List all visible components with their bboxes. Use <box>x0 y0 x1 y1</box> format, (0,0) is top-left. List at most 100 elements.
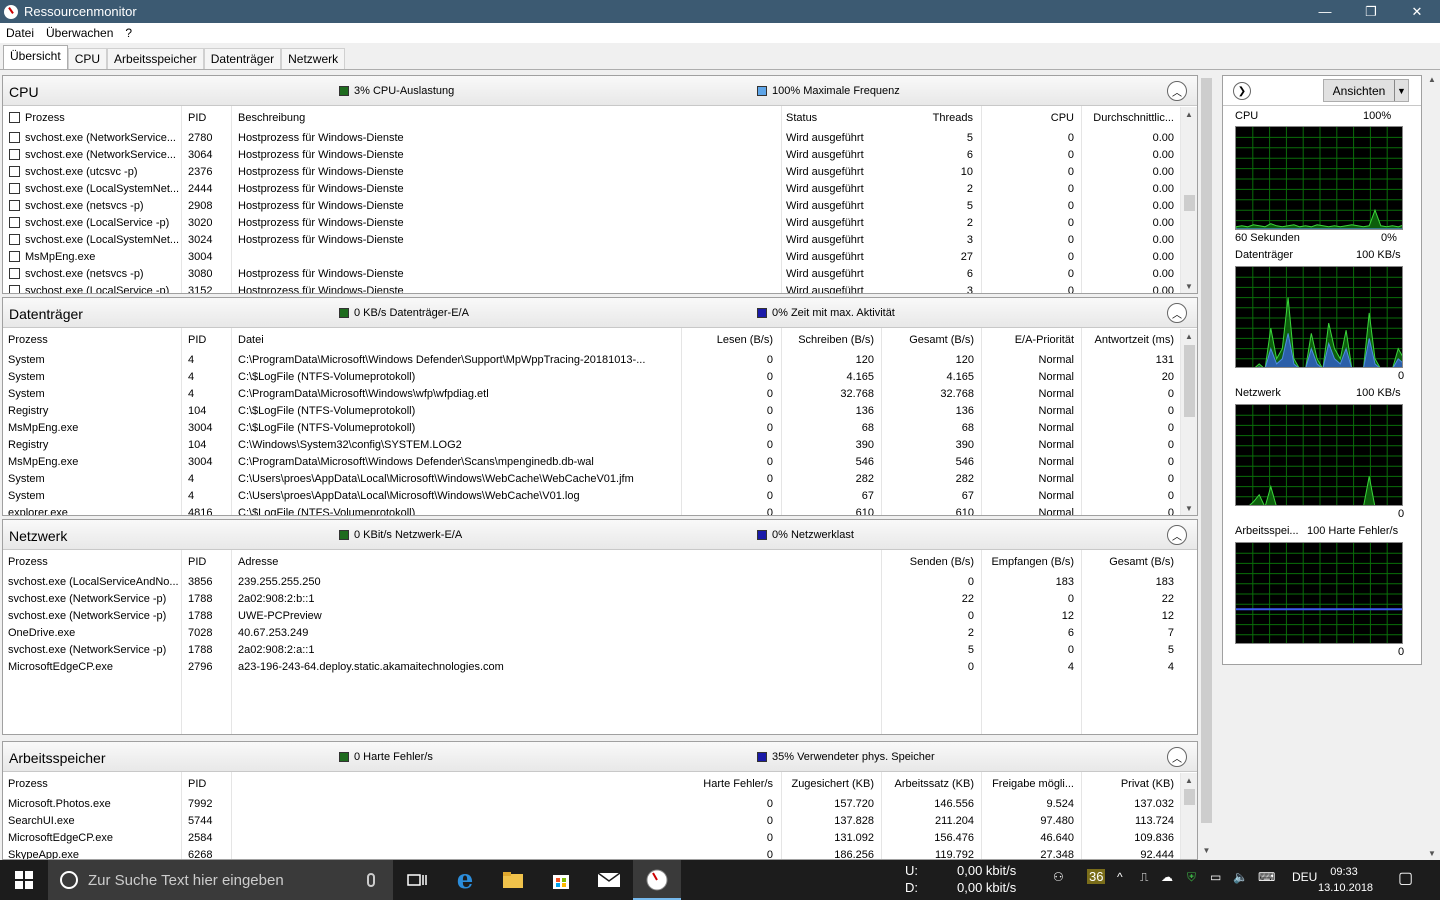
table-row[interactable]: explorer.exe 4816 C:\$LogFile (NTFS-Volume… <box>3 505 1179 515</box>
scroll-up-icon[interactable]: ▲ <box>1424 75 1440 84</box>
table-row[interactable]: Registry 104 C:\Windows\System32\config\SY… <box>3 437 1179 454</box>
scroll-thumb[interactable] <box>1201 78 1212 823</box>
table-row[interactable]: SearchUI.exe 5744 0 137.828 211.204 97.480 113… <box>3 813 1179 830</box>
row-checkbox[interactable] <box>9 234 20 245</box>
column-header-cpu-4[interactable]: Threads <box>883 112 973 124</box>
table-row[interactable]: MsMpEng.exe 3004 C:\$LogFile (NTFS-Volumep… <box>3 420 1179 437</box>
memory-table-scrollbar[interactable]: ▲ <box>1180 773 1197 859</box>
scroll-thumb[interactable] <box>1184 789 1195 805</box>
volume-icon[interactable]: 🔈 <box>1233 870 1248 884</box>
action-center-icon[interactable]: ▢ <box>1398 868 1413 888</box>
table-row[interactable]: OneDrive.exe 7028 40.67.253.249 2 6 7 <box>3 625 1179 642</box>
table-row[interactable]: System 4 C:\Users\proes\AppData\Local\Micr… <box>3 471 1179 488</box>
column-header-net-4[interactable]: Empfangen (B/s) <box>988 556 1074 568</box>
column-header-disk-5[interactable]: Gesamt (B/s) <box>888 334 974 346</box>
people-icon[interactable]: ⚇ <box>1053 870 1064 884</box>
menu-help[interactable]: ? <box>119 26 138 40</box>
scroll-down-icon[interactable]: ▼ <box>1181 501 1197 515</box>
column-header-mem-5[interactable]: Freigabe mögli... <box>988 778 1074 790</box>
table-row[interactable]: System 4 C:\ProgramData\Microsoft\Windows … <box>3 352 1179 369</box>
table-row[interactable]: svchost.exe (netsvcs -p) 2908 Hostprozess … <box>3 198 1179 215</box>
column-separator[interactable] <box>981 550 982 734</box>
table-row[interactable]: MsMpEng.exe 3004 Wird ausgeführt 27 0 0.00 <box>3 249 1179 266</box>
column-separator[interactable] <box>981 106 982 293</box>
row-checkbox[interactable] <box>9 149 20 160</box>
column-separator[interactable] <box>981 772 982 859</box>
column-header-cpu-2[interactable]: Beschreibung <box>238 112 778 124</box>
select-all-checkbox[interactable] <box>9 112 20 123</box>
network-panel-header[interactable]: Netzwerk 0 KBit/s Netzwerk-E/A 0% Netzwe… <box>3 520 1197 550</box>
taskbar-search[interactable]: Zur Suche Text hier eingeben <box>48 860 393 900</box>
table-row[interactable]: Registry 104 C:\$LogFile (NTFS-Volumeproto… <box>3 403 1179 420</box>
column-header-cpu-0[interactable]: Prozess <box>25 112 180 124</box>
column-separator[interactable] <box>881 328 882 515</box>
disk-panel-header[interactable]: Datenträger 0 KB/s Datenträger-E/A 0% Ze… <box>3 298 1197 328</box>
onedrive-icon[interactable]: ☁ <box>1161 870 1173 884</box>
column-header-net-1[interactable]: PID <box>188 556 228 568</box>
language-indicator[interactable]: DEU <box>1292 870 1317 884</box>
tab-memory[interactable]: Arbeitsspeicher <box>107 48 204 69</box>
table-row[interactable]: svchost.exe (netsvcs -p) 3080 Hostprozess … <box>3 266 1179 283</box>
row-checkbox[interactable] <box>9 217 20 228</box>
collapse-icon[interactable]: ︿ <box>1167 303 1187 323</box>
keyboard-icon[interactable]: ⌨ <box>1258 870 1275 884</box>
scroll-down-icon[interactable]: ▼ <box>1424 849 1440 858</box>
column-header-disk-0[interactable]: Prozess <box>8 334 178 346</box>
collapse-icon[interactable]: ︿ <box>1167 747 1187 767</box>
column-header-disk-3[interactable]: Lesen (B/s) <box>693 334 773 346</box>
usb-icon[interactable]: ⎍ <box>1140 870 1148 885</box>
column-header-cpu-5[interactable]: CPU <box>988 112 1074 124</box>
table-row[interactable]: Microsoft.Photos.exe 7992 0 157.720 146.556 9… <box>3 796 1179 813</box>
column-separator[interactable] <box>1081 106 1082 293</box>
menu-datei[interactable]: Datei <box>0 26 40 40</box>
table-row[interactable]: MicrosoftEdgeCP.exe 2584 0 131.092 156.476 46… <box>3 830 1179 847</box>
column-separator[interactable] <box>1081 550 1082 734</box>
network-icon[interactable]: ▭ <box>1210 870 1221 884</box>
overview-scrollbar[interactable]: ▼ <box>1199 73 1214 860</box>
column-header-net-0[interactable]: Prozess <box>8 556 180 568</box>
column-header-disk-7[interactable]: Antwortzeit (ms) <box>1088 334 1174 346</box>
column-separator[interactable] <box>881 772 882 859</box>
tab-overview[interactable]: Übersicht <box>3 45 68 69</box>
column-separator[interactable] <box>1081 328 1082 515</box>
column-header-cpu-1[interactable]: PID <box>188 112 228 124</box>
table-row[interactable]: MsMpEng.exe 3004 C:\ProgramData\Microsoft\… <box>3 454 1179 471</box>
table-row[interactable]: svchost.exe (NetworkService... 3064 Hostpr… <box>3 147 1179 164</box>
column-separator[interactable] <box>181 328 182 515</box>
start-button[interactable] <box>0 860 48 900</box>
table-row[interactable]: SkypeApp.exe 6268 0 186.256 119.792 27.348 92.… <box>3 847 1179 859</box>
edge-button[interactable]: e <box>441 860 489 900</box>
tab-network[interactable]: Netzwerk <box>281 48 346 69</box>
row-checkbox[interactable] <box>9 268 20 279</box>
column-header-mem-3[interactable]: Zugesichert (KB) <box>788 778 874 790</box>
column-header-mem-0[interactable]: Prozess <box>8 778 180 790</box>
scroll-down-icon[interactable]: ▼ <box>1199 846 1214 860</box>
column-header-disk-1[interactable]: PID <box>188 334 228 346</box>
file-explorer-button[interactable] <box>489 860 537 900</box>
close-button[interactable]: ✕ <box>1394 0 1440 23</box>
scroll-up-icon[interactable]: ▲ <box>1181 773 1197 788</box>
column-header-cpu-6[interactable]: Durchschnittlic... <box>1088 112 1174 124</box>
column-separator[interactable] <box>181 772 182 859</box>
column-header-net-5[interactable]: Gesamt (B/s) <box>1088 556 1174 568</box>
disk-table-scrollbar[interactable]: ▲ ▼ <box>1180 329 1197 515</box>
scroll-up-icon[interactable]: ▲ <box>1181 329 1197 344</box>
maximize-button[interactable]: ❐ <box>1348 0 1394 23</box>
clock[interactable]: 09:33 13.10.2018 <box>1318 864 1373 896</box>
table-row[interactable]: svchost.exe (NetworkService -p) 1788 2a02:… <box>3 642 1179 659</box>
tab-disk[interactable]: Datenträger <box>203 48 282 69</box>
tray-badge[interactable]: 36 <box>1087 869 1106 884</box>
table-row[interactable]: svchost.exe (LocalSystemNet... 2444 Hostpr… <box>3 181 1179 198</box>
microphone-icon[interactable] <box>367 873 375 887</box>
chevron-up-icon[interactable]: ^ <box>1117 870 1123 884</box>
column-header-mem-2[interactable]: Harte Fehler/s <box>673 778 773 790</box>
row-checkbox[interactable] <box>9 183 20 194</box>
row-checkbox[interactable] <box>9 251 20 262</box>
column-separator[interactable] <box>181 106 182 293</box>
row-checkbox[interactable] <box>9 166 20 177</box>
scroll-thumb[interactable] <box>1184 345 1195 417</box>
cpu-table-scrollbar[interactable]: ▲ ▼ <box>1180 107 1197 293</box>
table-row[interactable]: svchost.exe (utcsvc -p) 2376 Hostprozess f… <box>3 164 1179 181</box>
column-separator[interactable] <box>231 106 232 293</box>
column-separator[interactable] <box>781 106 782 293</box>
